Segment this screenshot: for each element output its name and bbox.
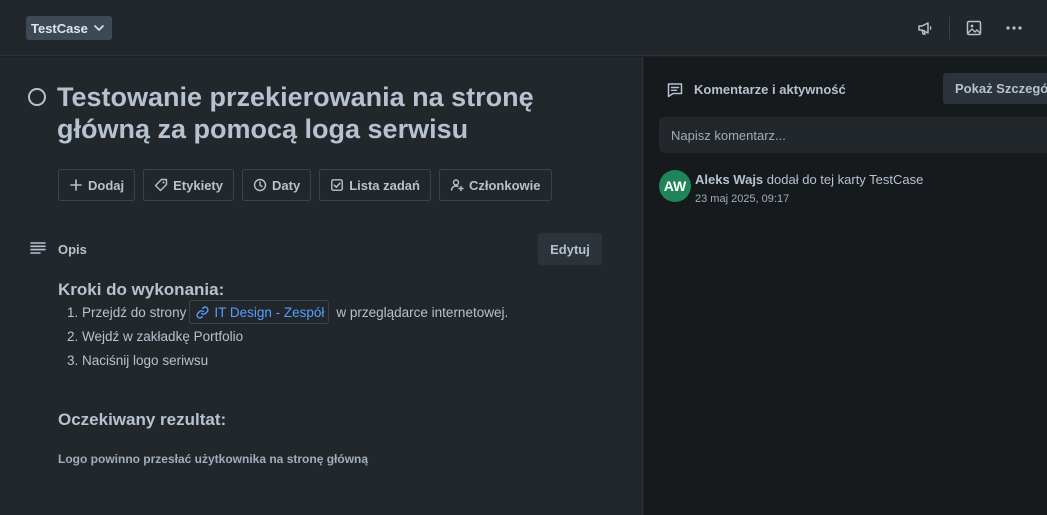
list-item: 2. Wejdź w zakładkę Portfolio	[67, 324, 508, 348]
plus-icon	[69, 178, 83, 192]
step-number: 3.	[67, 352, 79, 368]
activity-heading: Komentarze i aktywność	[694, 82, 846, 97]
smart-link[interactable]: IT Design - Zespół	[189, 300, 330, 324]
add-button-label: Dodaj	[88, 177, 125, 193]
show-details-button[interactable]: Pokaż Szczegóły	[943, 73, 1047, 104]
steps-heading: Kroki do wykonania:	[58, 280, 225, 299]
activity-user[interactable]: Aleks Wajs	[695, 172, 763, 187]
header-divider	[949, 17, 950, 39]
step-text-after: w przeglądarce internetowej.	[336, 304, 509, 320]
edit-description-button[interactable]: Edytuj	[538, 233, 602, 265]
checklist-button[interactable]: Lista zadań	[319, 169, 431, 201]
labels-button[interactable]: Etykiety	[143, 169, 234, 201]
members-button-label: Członkowie	[468, 177, 541, 193]
step-number: 2.	[67, 328, 79, 344]
comment-icon	[666, 81, 684, 99]
members-button[interactable]: Członkowie	[438, 169, 552, 201]
activity-panel: Komentarze i aktywność Pokaż Szczegóły N…	[644, 57, 1047, 515]
step-text: Przejdź do strony	[82, 304, 187, 320]
image-icon[interactable]	[962, 16, 986, 40]
description-icon	[30, 241, 46, 255]
comment-input[interactable]: Napisz komentarz...	[659, 117, 1047, 153]
steps-list: 1. Przejdź do strony IT Design - Zespół …	[67, 300, 508, 372]
activity-timestamp[interactable]: 23 maj 2025, 09:17	[695, 193, 789, 205]
clock-icon	[253, 178, 267, 192]
more-icon[interactable]	[1002, 16, 1026, 40]
dates-button[interactable]: Daty	[242, 169, 312, 201]
labels-button-label: Etykiety	[173, 177, 223, 193]
checklist-button-label: Lista zadań	[349, 177, 420, 193]
card-header-bar: TestCase	[0, 0, 1047, 56]
activity-entry: Aleks Wajs dodał do tej karty TestCase	[695, 172, 923, 187]
step-text: Wejdź w zakładkę Portfolio	[82, 328, 244, 344]
list-selector-button[interactable]: TestCase	[26, 16, 112, 40]
activity-action: dodał do tej karty TestCase	[766, 172, 924, 187]
step-number: 1.	[67, 304, 79, 320]
dates-button-label: Daty	[272, 177, 301, 193]
complete-checkbox[interactable]	[28, 88, 46, 106]
list-item: 3. Naciśnij logo seriwsu	[67, 348, 508, 372]
smart-link-label: IT Design - Zespół	[214, 304, 325, 320]
add-button[interactable]: Dodaj	[58, 169, 136, 201]
result-heading: Oczekiwany rezultat:	[58, 410, 227, 429]
checklist-icon	[330, 178, 344, 192]
card-main-panel: Testowanie przekierowania na stronę głów…	[0, 57, 643, 515]
avatar[interactable]: AW	[659, 170, 691, 202]
megaphone-icon[interactable]	[913, 16, 937, 40]
tag-icon	[154, 178, 168, 192]
list-name: TestCase	[31, 20, 88, 36]
step-text: Naciśnij logo seriwsu	[82, 352, 209, 368]
card-title[interactable]: Testowanie przekierowania na stronę głów…	[57, 81, 577, 145]
card-actions: Dodaj Etykiety Daty Lista zadań Członkow…	[58, 169, 552, 201]
list-item: 1. Przejdź do strony IT Design - Zespół …	[67, 300, 508, 324]
add-member-icon	[450, 178, 464, 192]
chevron-down-icon	[92, 21, 106, 35]
description-label: Opis	[58, 242, 87, 257]
result-text: Logo powinno przesłać użytkownika na str…	[58, 452, 369, 466]
link-icon	[196, 305, 209, 319]
